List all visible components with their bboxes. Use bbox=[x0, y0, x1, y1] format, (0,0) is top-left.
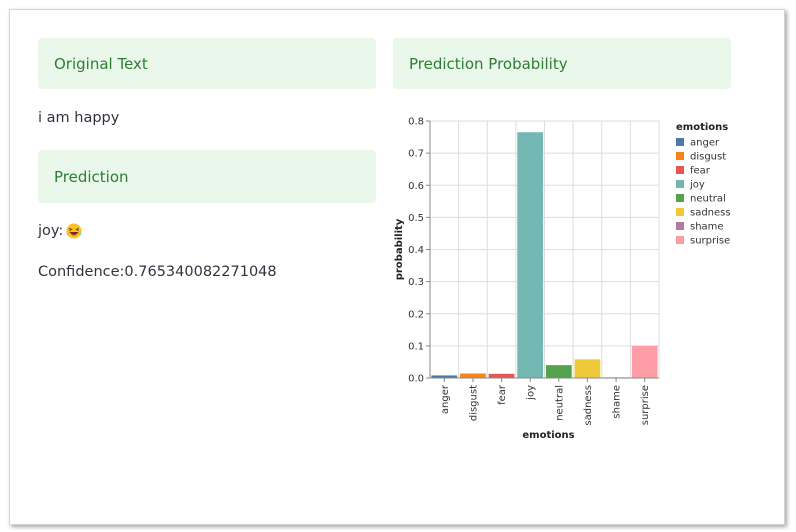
probability-header-label: Prediction Probability bbox=[409, 54, 568, 73]
legend-label-joy: joy bbox=[689, 180, 705, 191]
x-axis-title: emotions bbox=[522, 430, 574, 441]
x-tick-label: sadness bbox=[583, 385, 594, 426]
y-tick-label: 0.8 bbox=[408, 117, 424, 128]
original-text-value: i am happy bbox=[38, 110, 120, 126]
prediction-header-label: Prediction bbox=[54, 167, 129, 186]
x-tick-label: anger bbox=[440, 384, 451, 414]
probability-bar-chart: 0.0 0.1 0.2 0.3 0.4 0.5 0.6 0.7 0.8 anger disgust f… bbox=[394, 117, 731, 442]
legend-label-sadness: sadness bbox=[690, 208, 731, 219]
y-tick-label: 0.5 bbox=[408, 213, 424, 224]
bar-fear bbox=[488, 373, 515, 378]
legend-swatch-anger bbox=[676, 138, 684, 146]
y-tick-label: 0.1 bbox=[408, 341, 424, 352]
legend-swatch-disgust bbox=[676, 152, 684, 160]
original-text-header-label: Original Text bbox=[54, 54, 148, 73]
bar-disgust bbox=[460, 373, 486, 378]
legend-swatch-shame bbox=[676, 222, 684, 230]
legend-label-disgust: disgust bbox=[690, 152, 726, 163]
legend-swatch-neutral bbox=[676, 194, 684, 202]
y-tick-label: 0.4 bbox=[408, 245, 424, 256]
y-tick-label: 0.0 bbox=[408, 374, 424, 385]
bar-surprise bbox=[631, 345, 658, 378]
legend-label-anger: anger bbox=[690, 138, 720, 149]
x-tick-label: fear bbox=[497, 384, 508, 405]
x-tick-label: surprise bbox=[640, 385, 651, 425]
bar-sadness bbox=[574, 359, 601, 378]
x-tick-label: disgust bbox=[468, 385, 479, 421]
y-tick-label: 0.3 bbox=[408, 277, 424, 288]
bar-joy bbox=[517, 132, 544, 378]
y-tick-label: 0.7 bbox=[408, 149, 424, 160]
original-text-header: Original Text bbox=[38, 38, 376, 89]
legend-swatch-joy bbox=[676, 180, 684, 188]
y-axis-title: probability bbox=[394, 218, 405, 280]
y-tick-label: 0.2 bbox=[408, 309, 424, 320]
x-tick-label: joy bbox=[526, 385, 537, 401]
bar-neutral bbox=[545, 365, 572, 378]
x-tick-label: neutral bbox=[554, 385, 565, 421]
laughing-face-icon bbox=[66, 223, 82, 239]
y-tick-label: 0.6 bbox=[408, 181, 424, 192]
x-tick-label: shame bbox=[612, 385, 623, 419]
legend-label-surprise: surprise bbox=[690, 236, 730, 247]
prediction-label: joy: bbox=[38, 223, 64, 239]
legend-label-shame: shame bbox=[690, 222, 724, 233]
prediction-header: Prediction bbox=[38, 150, 376, 203]
probability-header: Prediction Probability bbox=[393, 38, 731, 89]
confidence-text: Confidence:0.765340082271048 bbox=[38, 264, 277, 280]
legend-swatch-surprise bbox=[676, 236, 684, 244]
legend-label-fear: fear bbox=[690, 166, 711, 177]
legend-swatch-fear bbox=[676, 166, 684, 174]
legend-title: emotions bbox=[676, 122, 728, 133]
legend-label-neutral: neutral bbox=[690, 194, 726, 205]
prediction-result: joy: bbox=[38, 223, 82, 239]
legend-swatch-sadness bbox=[676, 208, 684, 216]
